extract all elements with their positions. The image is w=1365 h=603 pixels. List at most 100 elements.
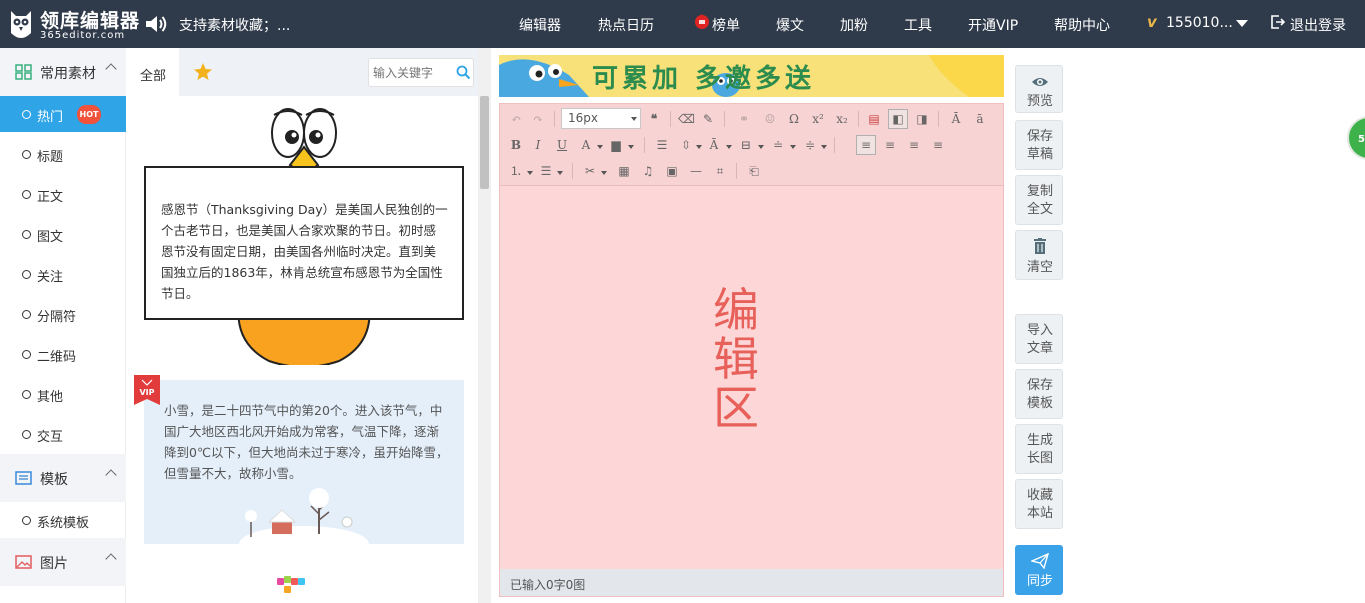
redo-icon[interactable]: ↷: [530, 111, 546, 127]
chevron-down-icon[interactable]: [597, 145, 603, 149]
italic-icon[interactable]: I: [530, 137, 546, 153]
blockquote-icon[interactable]: ❝: [646, 111, 662, 127]
insert-frame-left-icon[interactable]: ◧: [890, 111, 906, 127]
subscript-icon[interactable]: x₂: [834, 111, 850, 127]
nav-gain-fans[interactable]: 加粉: [840, 15, 868, 35]
align-right-icon[interactable]: ≡: [906, 137, 922, 153]
top-navbar: 领库编辑器 365editor.com 支持素材收藏；... 编辑器 热点日历 …: [0, 0, 1365, 48]
user-menu-chevron-down-icon[interactable]: [1236, 20, 1248, 27]
username[interactable]: 155010...: [1166, 15, 1233, 31]
sidebar-item-system-templates[interactable]: 系统模板: [0, 502, 126, 538]
nav-open-vip[interactable]: 开通VIP: [968, 15, 1018, 35]
tools-icon[interactable]: ✂: [582, 163, 598, 179]
font-family-icon[interactable]: Ā: [948, 111, 964, 127]
bullet-list-icon[interactable]: ☰: [538, 163, 554, 179]
chevron-down-icon[interactable]: [628, 145, 634, 149]
sidebar-item-qrcode[interactable]: 二维码: [0, 336, 126, 372]
format-painter-icon[interactable]: ✎: [700, 111, 716, 127]
import-article-button[interactable]: 导入 文章: [1015, 314, 1063, 364]
category-templates[interactable]: 模板: [0, 454, 126, 502]
sidebar-item-hot[interactable]: 热门 HOT: [0, 96, 126, 132]
bookmark-site-button[interactable]: 收藏 本站: [1015, 479, 1063, 529]
align-center-icon[interactable]: ≡: [882, 137, 898, 153]
emoji-icon[interactable]: ☺: [762, 111, 778, 127]
search-input[interactable]: [373, 64, 453, 82]
chevron-down-icon[interactable]: [601, 171, 607, 175]
save-template-button[interactable]: 保存 模板: [1015, 369, 1063, 419]
sidebar-item-follow[interactable]: 关注: [0, 256, 126, 292]
font-size-adjust-icon[interactable]: Ā: [706, 137, 722, 153]
category-common-materials[interactable]: 常用素材: [0, 48, 126, 96]
ordered-list-icon[interactable]: ☰: [654, 137, 670, 153]
floating-green-ball[interactable]: 56: [1346, 115, 1365, 161]
chevron-down-icon[interactable]: [527, 171, 533, 175]
chevron-down-icon[interactable]: [696, 145, 702, 149]
preview-button[interactable]: 预览: [1015, 65, 1063, 113]
horizontal-rule-icon[interactable]: —: [688, 163, 704, 179]
nav-viral-articles[interactable]: 爆文: [776, 15, 804, 35]
align-left-icon[interactable]: ≡: [858, 137, 874, 153]
font-size-select[interactable]: 16px: [561, 108, 641, 129]
superscript-icon[interactable]: x²: [810, 111, 826, 127]
align-justify-icon[interactable]: ≡: [930, 137, 946, 153]
promo-banner[interactable]: 可累加 多邀多送: [499, 55, 1004, 97]
indent-icon[interactable]: ⊟: [738, 137, 754, 153]
html-source-icon[interactable]: ⎗: [746, 163, 762, 179]
star-favorites-icon[interactable]: [193, 62, 213, 82]
link-icon[interactable]: ⚭: [736, 111, 752, 127]
notice-text[interactable]: 支持素材收藏；...: [179, 15, 290, 35]
music-icon[interactable]: ♫: [640, 163, 656, 179]
panel-scrollbar[interactable]: [478, 48, 491, 603]
sidebar-item-other[interactable]: 其他: [0, 376, 126, 412]
chevron-down-icon[interactable]: [557, 171, 563, 175]
nav-editor[interactable]: 编辑器: [519, 15, 561, 35]
sidebar-item-interaction[interactable]: 交互: [0, 416, 126, 452]
sidebar-item-title[interactable]: 标题: [0, 136, 126, 172]
logout-icon[interactable]: [1271, 15, 1285, 29]
xiaoxue-vip-card[interactable]: 小雪，是二十四节气中的第20个。进入该节气，中国广大地区西北风开始成为常客，气温…: [144, 380, 464, 544]
undo-icon[interactable]: ↶: [508, 111, 524, 127]
letter-spacing-icon[interactable]: ā: [972, 111, 988, 127]
sidebar-item-divider[interactable]: 分隔符: [0, 296, 126, 332]
chevron-down-icon[interactable]: [758, 145, 764, 149]
chevron-down-icon[interactable]: [821, 145, 827, 149]
special-char-icon[interactable]: Ω: [786, 111, 802, 127]
bold-icon[interactable]: B: [508, 137, 524, 153]
line-height-icon[interactable]: ⇳: [678, 137, 694, 153]
speaker-icon[interactable]: [144, 13, 168, 35]
thanksgiving-text-card[interactable]: 感恩节（Thanksgiving Day）是美国人民独创的一个古老节日，也是美国…: [144, 166, 464, 320]
copy-all-button[interactable]: 复制 全文: [1015, 175, 1063, 225]
eraser-icon[interactable]: ⌫: [678, 111, 695, 127]
font-color-icon[interactable]: A: [578, 137, 594, 153]
insert-image-icon[interactable]: ▣: [664, 163, 680, 179]
search-icon[interactable]: [456, 65, 471, 80]
save-draft-button[interactable]: 保存 草稿: [1015, 120, 1063, 170]
numbered-list-icon[interactable]: ⒈: [508, 163, 524, 179]
nav-ranking[interactable]: 榜单: [712, 15, 740, 35]
nav-tools[interactable]: 工具: [904, 15, 932, 35]
clear-button[interactable]: 清空: [1015, 230, 1063, 280]
sidebar-item-image-text[interactable]: 图文: [0, 216, 126, 252]
logout-link[interactable]: 退出登录: [1290, 15, 1346, 35]
tab-all[interactable]: 全部: [127, 48, 179, 96]
underline-icon[interactable]: U: [554, 137, 570, 153]
category-images[interactable]: 图片: [0, 538, 126, 586]
nav-hot-calendar[interactable]: 热点日历: [598, 15, 654, 35]
background-color-icon[interactable]: ▆: [608, 137, 624, 153]
nav-help-center[interactable]: 帮助中心: [1054, 15, 1110, 35]
table-icon[interactable]: ▦: [616, 163, 632, 179]
generate-long-image-button[interactable]: 生成 长图: [1015, 424, 1063, 474]
paragraph-before-icon[interactable]: ≐: [770, 137, 786, 153]
scrollbar-thumb[interactable]: [480, 96, 489, 189]
logo[interactable]: 领库编辑器 365editor.com: [8, 5, 139, 45]
paste-plain-icon[interactable]: ▤: [866, 111, 882, 127]
insert-frame-right-icon[interactable]: ◨: [914, 111, 930, 127]
edit-area[interactable]: 编辑区: [500, 186, 1003, 568]
paragraph-after-icon[interactable]: ≑: [802, 137, 818, 153]
sidebar-item-body[interactable]: 正文: [0, 176, 126, 212]
sync-button[interactable]: 同步: [1015, 545, 1063, 595]
word-count: 已输入0字0图: [510, 578, 586, 592]
chevron-down-icon[interactable]: [790, 145, 796, 149]
find-replace-icon[interactable]: ⌗: [712, 163, 728, 179]
chevron-down-icon[interactable]: [726, 145, 732, 149]
